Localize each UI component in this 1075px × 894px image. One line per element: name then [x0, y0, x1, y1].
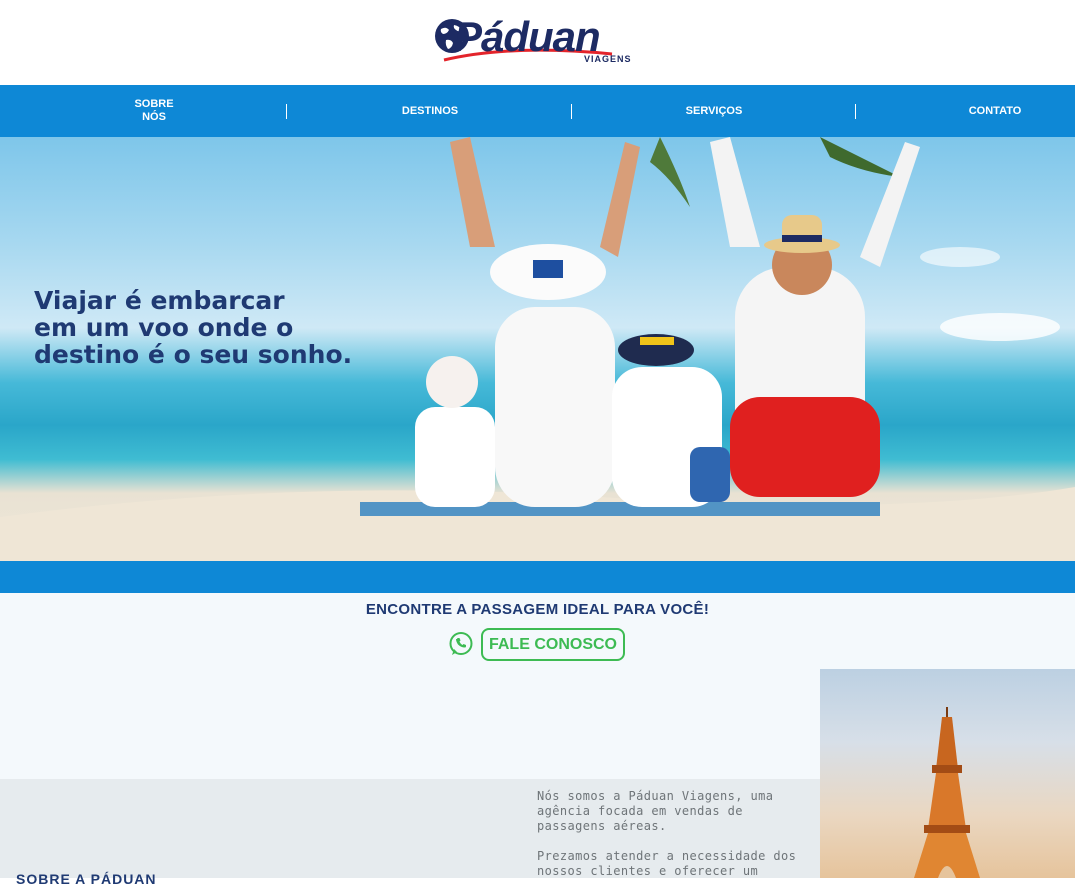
- brand-subtitle: VIAGENS: [584, 54, 632, 64]
- about-paragraph: Nós somos a Páduan Viagens, uma agência …: [537, 789, 774, 833]
- hero-banner: Viajar é embarcar em um voo onde o desti…: [0, 137, 1075, 561]
- brand-name: Páduan: [454, 13, 601, 60]
- about-paragraph: Prezamos atender a necessidade dos nosso…: [537, 849, 797, 878]
- nav-label-line2: NÓS: [142, 111, 166, 123]
- nav-item-destinos[interactable]: DESTINOS: [380, 85, 480, 137]
- about-heading: SOBRE A PÁDUAN: [16, 871, 157, 887]
- nav-item-servicos[interactable]: SERVIÇOS: [664, 85, 764, 137]
- nav-separator: [855, 104, 856, 119]
- eiffel-tower-illustration: [914, 707, 980, 878]
- eiffel-tower-image: [820, 669, 1075, 878]
- about-text: Nós somos a Páduan Viagens, uma agência …: [537, 789, 805, 894]
- brand-logo[interactable]: Páduan VIAGENS: [432, 12, 644, 70]
- nav-item-sobre-nos[interactable]: SOBRE NÓS: [113, 85, 195, 137]
- hero-headline-line: em um voo onde o: [34, 313, 294, 342]
- whatsapp-icon[interactable]: [448, 631, 474, 657]
- nav-separator: [571, 104, 572, 119]
- hero-headline-line: Viajar é embarcar: [34, 286, 285, 315]
- nav-item-contato[interactable]: CONTATO: [950, 85, 1040, 137]
- hero-headline: Viajar é embarcar em um voo onde o desti…: [34, 287, 454, 368]
- site-header: Páduan VIAGENS: [0, 0, 1075, 85]
- nav-label-line1: SOBRE: [134, 98, 174, 110]
- fale-conosco-button[interactable]: FALE CONOSCO: [481, 628, 625, 661]
- cta-title: ENCONTRE A PASSAGEM IDEAL PARA VOCÊ!: [365, 601, 710, 618]
- hero-headline-line: destino é o seu sonho.: [34, 340, 353, 369]
- hero-bottom-band: [0, 561, 1075, 593]
- main-nav: SOBRE NÓS DESTINOS SERVIÇOS CONTATO: [0, 85, 1075, 137]
- about-section: SOBRE A PÁDUAN Nós somos a Páduan Viagen…: [0, 779, 820, 887]
- nav-separator: [286, 104, 287, 119]
